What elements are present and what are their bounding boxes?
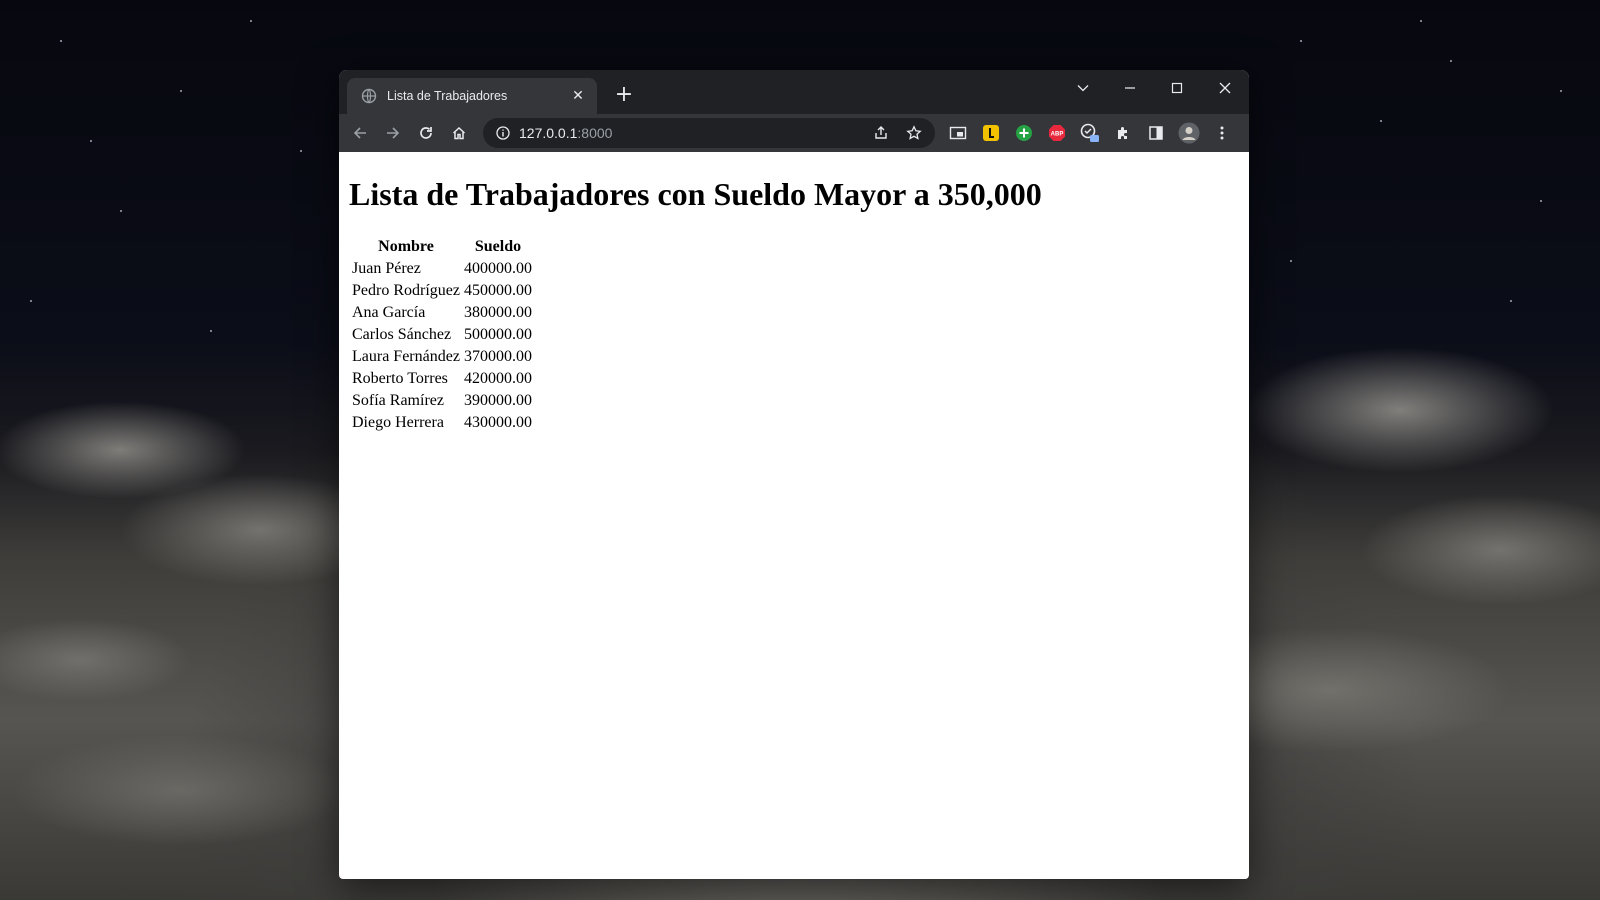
table-row: Diego Herrera 430000.00 bbox=[351, 413, 533, 433]
star-decoration bbox=[1540, 200, 1542, 202]
svg-text:ABP: ABP bbox=[1051, 132, 1064, 138]
cell-nombre: Ana García bbox=[352, 304, 426, 321]
kebab-menu-icon[interactable] bbox=[1207, 118, 1237, 148]
cell-nombre: Diego Herrera bbox=[352, 414, 444, 431]
tab-strip: Lista de Trabajadores ✕ + bbox=[339, 70, 1249, 114]
tab-title: Lista de Trabajadores bbox=[387, 89, 508, 103]
table-row: Ana García 380000.00 bbox=[351, 303, 533, 323]
url-text: 127.0.0.1:8000 bbox=[519, 125, 863, 141]
star-icon[interactable] bbox=[899, 118, 929, 148]
star-decoration bbox=[1560, 90, 1562, 92]
table-row: Carlos Sánchez 500000.00 bbox=[351, 325, 533, 345]
maximize-icon[interactable] bbox=[1162, 76, 1192, 100]
url-host: 127.0.0.1 bbox=[519, 125, 578, 141]
star-decoration bbox=[1290, 260, 1292, 262]
star-decoration bbox=[1450, 60, 1452, 62]
star-decoration bbox=[1380, 120, 1382, 122]
extension-l-icon[interactable] bbox=[976, 118, 1006, 148]
cell-sueldo: 500000.00 bbox=[463, 326, 532, 343]
cell-nombre: Carlos Sánchez bbox=[352, 326, 452, 343]
cell-sueldo: 370000.00 bbox=[463, 348, 532, 365]
extension-plus-icon[interactable] bbox=[1009, 118, 1039, 148]
table-row: Juan Pérez 400000.00 bbox=[351, 259, 533, 279]
address-bar[interactable]: 127.0.0.1:8000 bbox=[483, 118, 935, 148]
close-icon[interactable]: ✕ bbox=[569, 88, 587, 104]
column-header-sueldo: Sueldo bbox=[474, 238, 522, 255]
star-decoration bbox=[250, 20, 252, 22]
extension-badge-icon[interactable] bbox=[1075, 118, 1105, 148]
page-content: Lista de Trabajadores con Sueldo Mayor a… bbox=[339, 176, 1249, 435]
cell-sueldo: 450000.00 bbox=[463, 282, 532, 299]
page-title: Lista de Trabajadores con Sueldo Mayor a… bbox=[349, 176, 1042, 212]
cell-nombre: Juan Pérez bbox=[352, 260, 421, 277]
cell-sueldo: 380000.00 bbox=[463, 304, 532, 321]
star-decoration bbox=[180, 90, 182, 92]
info-icon[interactable] bbox=[495, 125, 511, 141]
plus-icon[interactable]: + bbox=[611, 83, 637, 109]
star-decoration bbox=[30, 300, 32, 302]
table-row: Laura Fernández 370000.00 bbox=[351, 347, 533, 367]
chevron-down-icon[interactable] bbox=[1068, 76, 1098, 100]
star-decoration bbox=[1420, 20, 1422, 22]
star-decoration bbox=[60, 40, 62, 42]
star-decoration bbox=[300, 150, 302, 152]
table-row: Pedro Rodríguez 450000.00 bbox=[351, 281, 533, 301]
table-row: Sofía Ramírez 390000.00 bbox=[351, 391, 533, 411]
cell-nombre: Laura Fernández bbox=[352, 348, 460, 365]
table-header-row: Nombre Sueldo bbox=[351, 237, 533, 257]
url-port: :8000 bbox=[577, 125, 613, 141]
cell-nombre: Roberto Torres bbox=[352, 370, 448, 387]
cell-nombre: Sofía Ramírez bbox=[352, 392, 444, 409]
minimize-icon[interactable] bbox=[1115, 76, 1145, 100]
reload-icon[interactable] bbox=[411, 118, 441, 148]
toolbar: 127.0.0.1:8000 ABP bbox=[339, 114, 1249, 152]
arrow-left-icon[interactable] bbox=[345, 118, 375, 148]
picture-in-picture-icon[interactable] bbox=[943, 118, 973, 148]
column-header-nombre: Nombre bbox=[378, 238, 434, 255]
tab-active[interactable]: Lista de Trabajadores ✕ bbox=[347, 78, 597, 114]
cell-sueldo: 390000.00 bbox=[463, 392, 532, 409]
cell-sueldo: 420000.00 bbox=[463, 370, 532, 387]
close-icon[interactable] bbox=[1210, 76, 1240, 100]
workers-table: Nombre Sueldo Juan Pérez 400000.00 Pedro … bbox=[349, 235, 535, 435]
side-panel-icon[interactable] bbox=[1141, 118, 1171, 148]
share-icon[interactable] bbox=[866, 118, 896, 148]
star-decoration bbox=[1510, 300, 1512, 302]
cell-sueldo: 430000.00 bbox=[463, 414, 532, 431]
home-icon[interactable] bbox=[444, 118, 474, 148]
puzzle-icon[interactable] bbox=[1108, 118, 1138, 148]
arrow-right-icon[interactable] bbox=[378, 118, 408, 148]
star-decoration bbox=[120, 210, 122, 212]
table-row: Roberto Torres 420000.00 bbox=[351, 369, 533, 389]
star-decoration bbox=[90, 140, 92, 142]
globe-icon bbox=[361, 88, 377, 104]
star-decoration bbox=[1300, 40, 1302, 42]
cell-nombre: Pedro Rodríguez bbox=[352, 282, 460, 299]
profile-avatar-icon[interactable] bbox=[1174, 118, 1204, 148]
cell-sueldo: 400000.00 bbox=[463, 260, 532, 277]
adblock-icon[interactable]: ABP bbox=[1042, 118, 1072, 148]
browser-window: Lista de Trabajadores ✕ + 127.0.0.1:8000… bbox=[339, 70, 1249, 879]
